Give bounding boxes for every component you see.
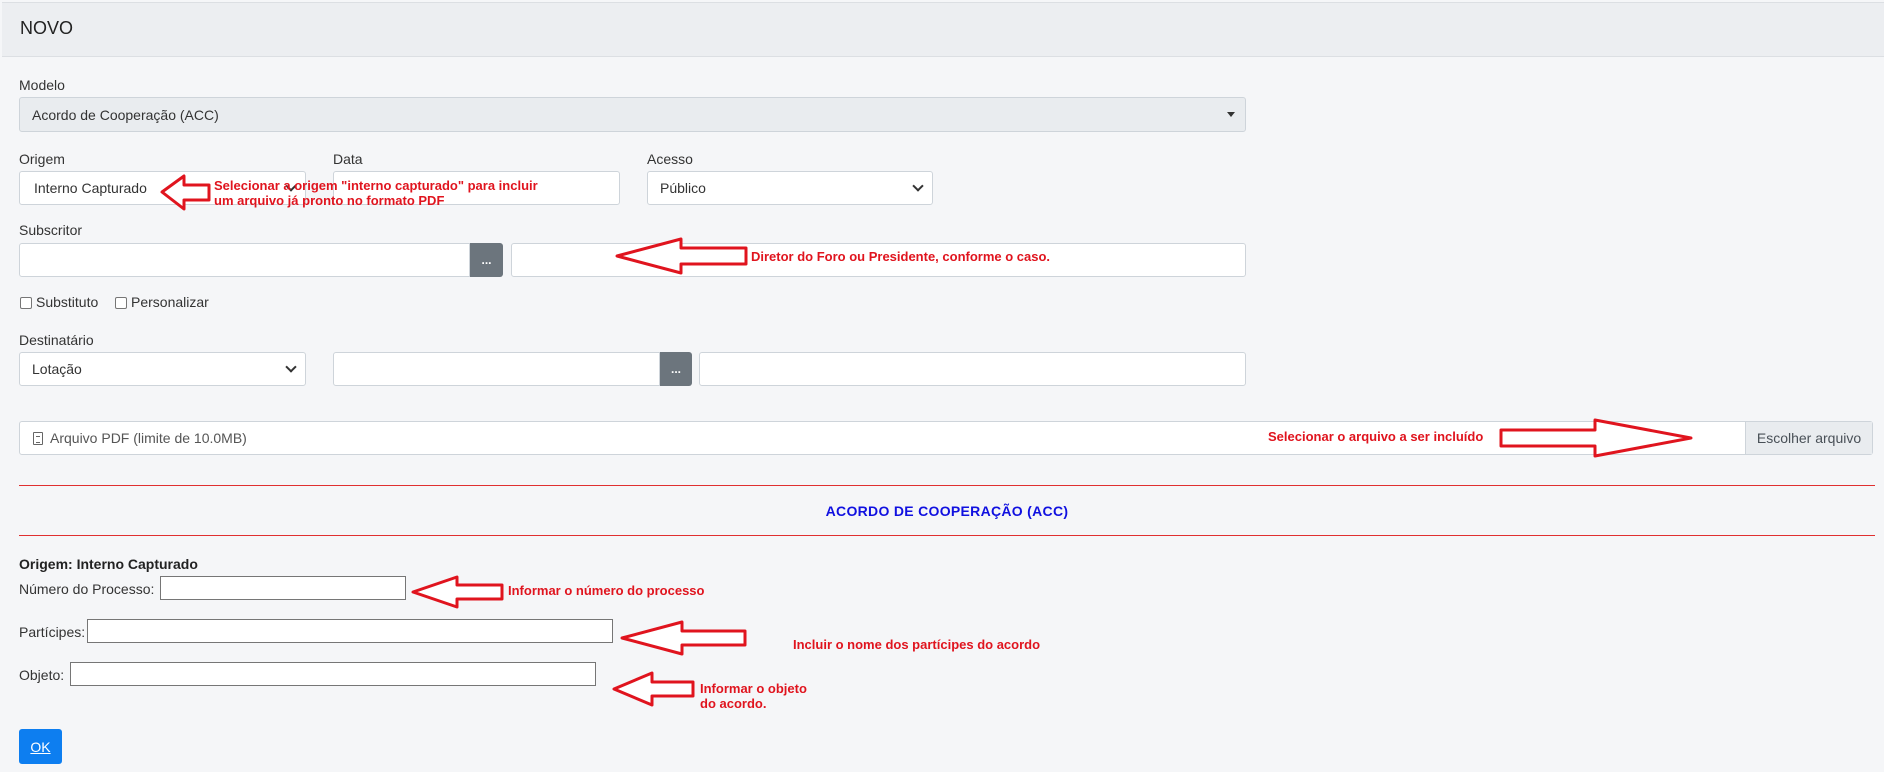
annotation-numero: Informar o número do processo [508, 583, 705, 598]
choose-file-button[interactable]: Escolher arquivo [1745, 422, 1872, 454]
acesso-value: Público [660, 180, 706, 196]
page-title: NOVO [20, 18, 74, 38]
data-label: Data [333, 151, 363, 167]
ok-button[interactable]: OK [19, 729, 62, 764]
arrow-left-icon [615, 237, 748, 275]
annotation-participes: Incluir o nome dos partícipes do acordo [793, 637, 1041, 652]
personalizar-checkbox[interactable] [115, 297, 127, 309]
page-header: NOVO [2, 2, 1884, 57]
personalizar-label: Personalizar [131, 294, 209, 310]
arrow-left-icon [411, 575, 504, 609]
destinatario-value: Lotação [32, 361, 82, 377]
participes-label: Partícipes: [19, 624, 86, 640]
destinatario-select[interactable]: Lotação [19, 352, 306, 386]
annotation-arquivo: Selecionar o arquivo a ser incluído [1268, 429, 1484, 444]
origem-value: Interno Capturado [34, 180, 147, 196]
subscritor-label: Subscritor [19, 222, 83, 238]
annotation-objeto-line2: do acordo. [700, 696, 767, 711]
subscritor-search-button[interactable]: ... [470, 243, 503, 277]
objeto-label: Objeto: [19, 667, 65, 683]
destinatario-code-input[interactable] [333, 352, 660, 386]
section-divider-top [19, 485, 1875, 486]
modelo-label: Modelo [19, 77, 65, 93]
objeto-input[interactable] [70, 662, 596, 686]
arquivo-pdf-label: Arquivo PDF (limite de 10.0MB) [50, 430, 247, 446]
section-title: ACORDO DE COOPERAÇÃO (ACC) [825, 503, 1069, 519]
arrow-right-icon [1499, 418, 1693, 458]
origem-label: Origem [19, 151, 65, 167]
modelo-select[interactable]: Acordo de Cooperação (ACC) [19, 97, 1246, 132]
arrow-left-icon [612, 671, 695, 707]
annotation-origem-line1: Selecionar a origem "interno capturado" … [214, 178, 538, 193]
acesso-label: Acesso [647, 151, 693, 167]
subscritor-input[interactable] [19, 243, 470, 277]
annotation-subscritor: Diretor do Foro ou Presidente, conforme … [751, 249, 1051, 264]
acesso-select[interactable]: Público [647, 171, 933, 205]
chevron-down-icon [912, 180, 924, 192]
annotation-origem-line2: um arquivo já pronto no formato PDF [214, 193, 445, 208]
arrow-left-icon [160, 174, 211, 211]
arrow-left-icon [620, 620, 747, 656]
section-divider-bottom [19, 535, 1875, 536]
numero-processo-input[interactable] [160, 576, 406, 600]
destinatario-name-input[interactable] [699, 352, 1246, 386]
origem-info: Origem: Interno Capturado [19, 556, 198, 572]
participes-input[interactable] [87, 619, 613, 643]
chevron-down-icon [285, 361, 297, 373]
caret-down-icon [1227, 112, 1235, 117]
substituto-label: Substituto [36, 294, 99, 310]
substituto-checkbox[interactable] [20, 297, 32, 309]
annotation-objeto-line1: Informar o objeto [700, 681, 807, 696]
numero-processo-label: Número do Processo: [19, 581, 155, 597]
destinatario-label: Destinatário [19, 332, 94, 348]
destinatario-search-button[interactable]: ... [660, 352, 692, 386]
modelo-value: Acordo de Cooperação (ACC) [32, 106, 219, 123]
file-pdf-icon [33, 432, 43, 445]
